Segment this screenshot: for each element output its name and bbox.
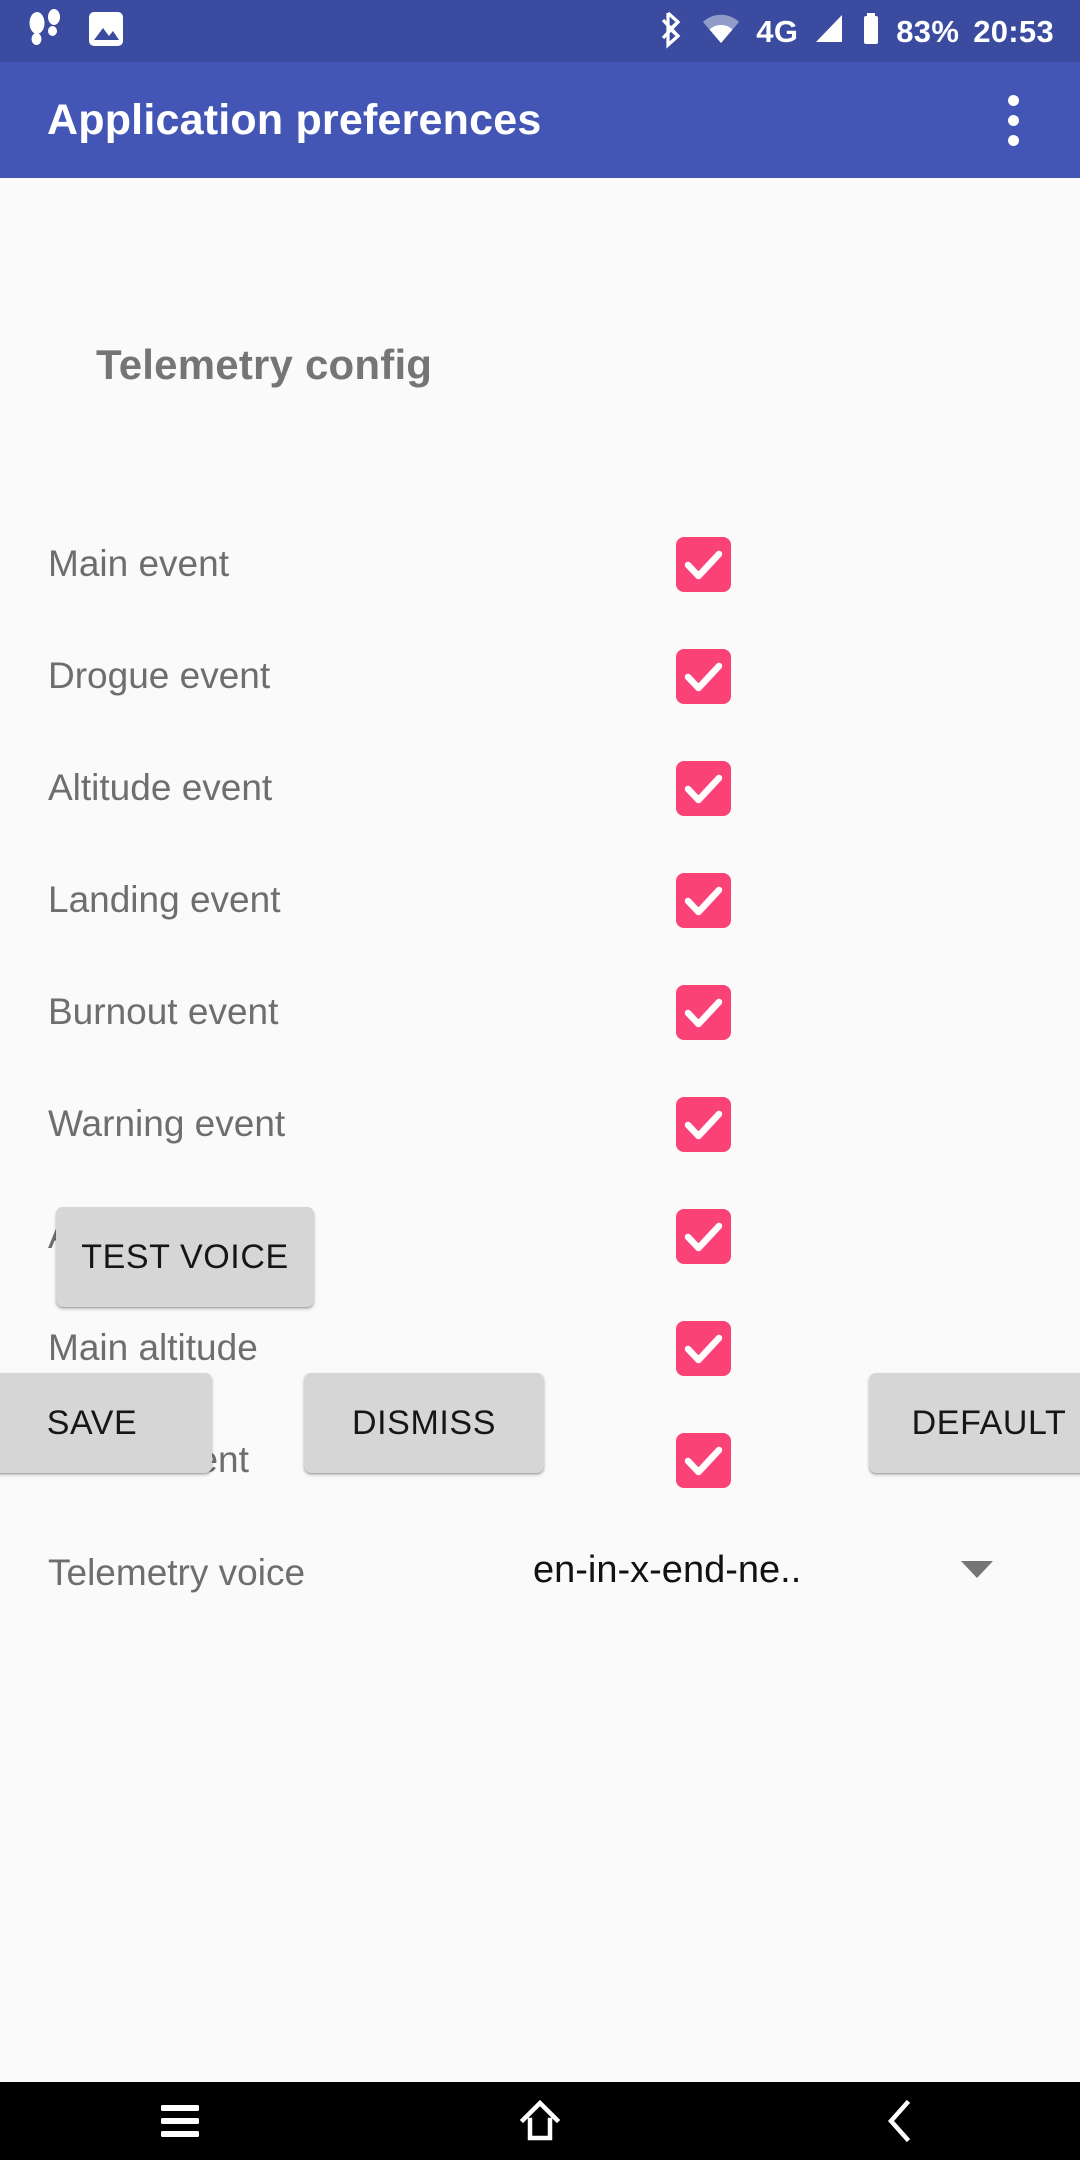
preference-label: Main event (48, 543, 229, 584)
preference-label: Drogue event (48, 655, 271, 696)
back-icon[interactable] (825, 2082, 975, 2160)
bluetooth-icon (660, 9, 686, 54)
preference-label: Burnout event (48, 991, 279, 1032)
wifi-icon (700, 9, 742, 54)
preference-checkbox[interactable] (676, 760, 731, 816)
dot (1007, 134, 1019, 146)
app-bar: Application preferences (0, 62, 1080, 178)
chevron-down-icon[interactable] (946, 1538, 1008, 1600)
preference-label: Altitude event (48, 767, 273, 808)
battery-icon (860, 9, 882, 54)
telemetry-voice-label: Telemetry voice (48, 1552, 306, 1593)
test-voice-button[interactable]: TEST VOICE (56, 1207, 314, 1307)
navigation-bar (0, 2082, 1080, 2160)
dismiss-button[interactable]: DISMISS (304, 1373, 544, 1473)
preference-checkbox[interactable] (676, 648, 731, 704)
clock-label: 20:53 (973, 13, 1054, 49)
network-type-label: 4G (756, 13, 799, 49)
dot (1007, 114, 1019, 126)
default-button[interactable]: DEFAULT (869, 1373, 1080, 1473)
battery-percent-label: 83% (896, 13, 960, 49)
preference-label: Main altitude (48, 1327, 258, 1368)
telemetry-voice-value[interactable]: en-in-x-end-ne.. (533, 1549, 801, 1592)
footsteps-icon (26, 8, 64, 54)
preference-checkbox[interactable] (676, 1208, 731, 1264)
home-icon[interactable] (465, 2082, 615, 2160)
signal-icon (812, 9, 846, 54)
preference-row[interactable]: Burnout event (0, 956, 1080, 1068)
preference-checkbox[interactable] (676, 1320, 731, 1376)
preferences-content: Telemetry config Main event Drogue event A… (0, 178, 1080, 2082)
preference-row[interactable]: Main event (0, 508, 1080, 620)
more-options-icon[interactable] (982, 89, 1044, 151)
preference-row[interactable]: Drogue event (0, 620, 1080, 732)
preference-label: Warning event (48, 1103, 286, 1144)
recents-icon[interactable] (105, 2082, 255, 2160)
preference-checkbox[interactable] (676, 1096, 731, 1152)
status-bar-right-icons: 4G 83% 20:53 (660, 9, 1080, 54)
preference-row[interactable]: Altitude event (0, 732, 1080, 844)
photo-icon (86, 9, 126, 54)
preference-checkbox[interactable] (676, 1432, 731, 1488)
preference-label: Landing event (48, 879, 281, 920)
preference-row[interactable]: Landing event (0, 844, 1080, 956)
preference-checkbox[interactable] (676, 536, 731, 592)
status-bar-left-icons (0, 8, 126, 54)
save-button[interactable]: SAVE (0, 1373, 212, 1473)
preference-checkbox[interactable] (676, 872, 731, 928)
section-title: Telemetry config (96, 341, 433, 388)
status-bar: 4G 83% 20:53 (0, 0, 1080, 62)
preference-checkbox[interactable] (676, 984, 731, 1040)
page-title: Application preferences (47, 95, 542, 144)
dot (1007, 94, 1019, 106)
preference-row[interactable]: Warning event (0, 1068, 1080, 1180)
telemetry-voice-row[interactable]: Telemetry voice en-in-x-end-ne.. (0, 1516, 1080, 1628)
